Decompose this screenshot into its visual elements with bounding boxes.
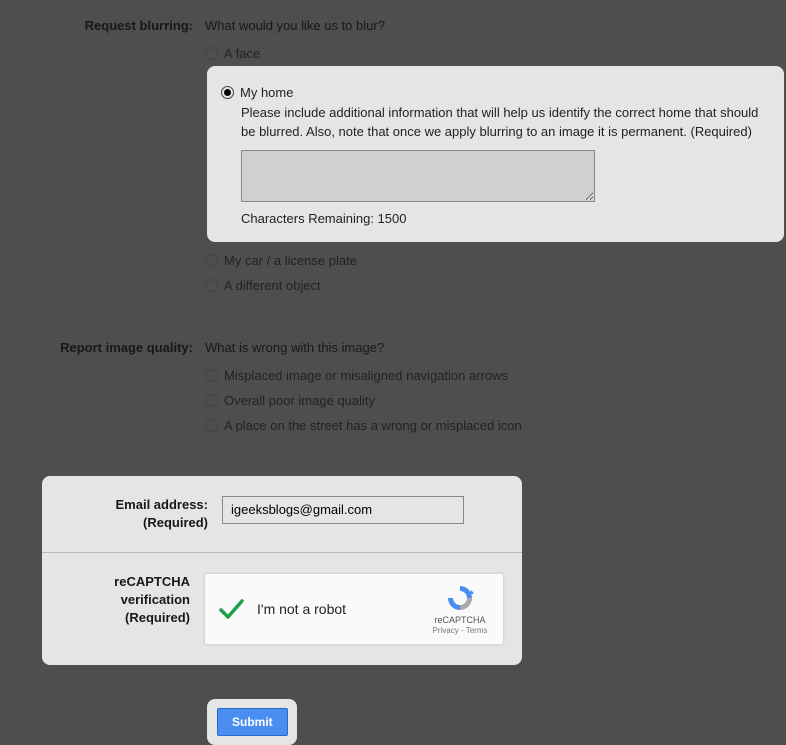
radio-face[interactable]: A face (205, 41, 786, 66)
radio-face-label: A face (224, 46, 260, 61)
recaptcha-required: (Required) (125, 610, 190, 625)
radio-car-label: My car / a license plate (224, 253, 357, 268)
home-helper-text: Please include additional information th… (221, 104, 766, 142)
email-required: (Required) (143, 515, 208, 530)
radio-poor-quality[interactable]: Overall poor image quality (205, 388, 786, 413)
recaptcha-brand: reCAPTCHA Privacy - Terms (429, 583, 491, 635)
recaptcha-label: reCAPTCHA verification (114, 574, 190, 607)
image-quality-section: Report image quality: What is wrong with… (0, 298, 786, 438)
radio-icon (205, 369, 218, 382)
submit-wrap: Submit (207, 699, 297, 745)
radio-icon-selected (221, 86, 234, 99)
radio-home[interactable]: My home (221, 80, 766, 104)
quality-label: Report image quality: (0, 340, 205, 438)
blurring-section: Request blurring: What would you like us… (0, 0, 786, 66)
recaptcha-logo-icon (445, 583, 475, 613)
radio-object-label: A different object (224, 278, 321, 293)
recaptcha-brand-text: reCAPTCHA (434, 615, 485, 625)
radio-icon (205, 419, 218, 432)
radio-home-label: My home (240, 85, 293, 100)
blurring-content: What would you like us to blur? A face (205, 18, 786, 66)
email-label-col: Email address: (Required) (60, 496, 222, 532)
submit-button[interactable]: Submit (217, 708, 288, 736)
blurring-label: Request blurring: (0, 18, 205, 66)
recaptcha-row: reCAPTCHA verification (Required) I'm no… (42, 553, 522, 665)
radio-icon (205, 279, 218, 292)
radio-object[interactable]: A different object (205, 273, 786, 298)
radio-icon (205, 47, 218, 60)
quality-content: What is wrong with this image? Misplaced… (205, 340, 786, 438)
recaptcha-privacy: Privacy - Terms (433, 626, 488, 635)
recaptcha-content: I'm not a robot reCAPTCHA Privacy - Term… (204, 573, 504, 645)
home-details-textarea[interactable] (241, 150, 595, 202)
radio-icon-label: A place on the street has a wrong or mis… (224, 418, 522, 433)
checkmark-icon (217, 595, 245, 623)
verification-card: Email address: (Required) reCAPTCHA veri… (42, 476, 522, 665)
recaptcha-label-col: reCAPTCHA verification (Required) (60, 573, 204, 645)
radio-car[interactable]: My car / a license plate (205, 248, 786, 273)
email-content (222, 496, 504, 532)
radio-icon (205, 254, 218, 267)
radio-misplaced[interactable]: Misplaced image or misaligned navigation… (205, 363, 786, 388)
radio-wrong-icon[interactable]: A place on the street has a wrong or mis… (205, 413, 786, 438)
radio-poor-label: Overall poor image quality (224, 393, 375, 408)
email-row: Email address: (Required) (42, 476, 522, 552)
email-input[interactable] (222, 496, 464, 524)
radio-misplaced-label: Misplaced image or misaligned navigation… (224, 368, 508, 383)
blurring-question: What would you like us to blur? (205, 18, 786, 41)
blurring-options-continued: My car / a license plate A different obj… (0, 248, 786, 298)
email-label: Email address: (116, 497, 209, 512)
recaptcha-widget[interactable]: I'm not a robot reCAPTCHA Privacy - Term… (204, 573, 504, 645)
my-home-panel: My home Please include additional inform… (207, 66, 784, 242)
radio-icon (205, 394, 218, 407)
characters-remaining: Characters Remaining: 1500 (221, 205, 766, 226)
recaptcha-not-robot: I'm not a robot (257, 601, 429, 617)
quality-question: What is wrong with this image? (205, 340, 786, 363)
